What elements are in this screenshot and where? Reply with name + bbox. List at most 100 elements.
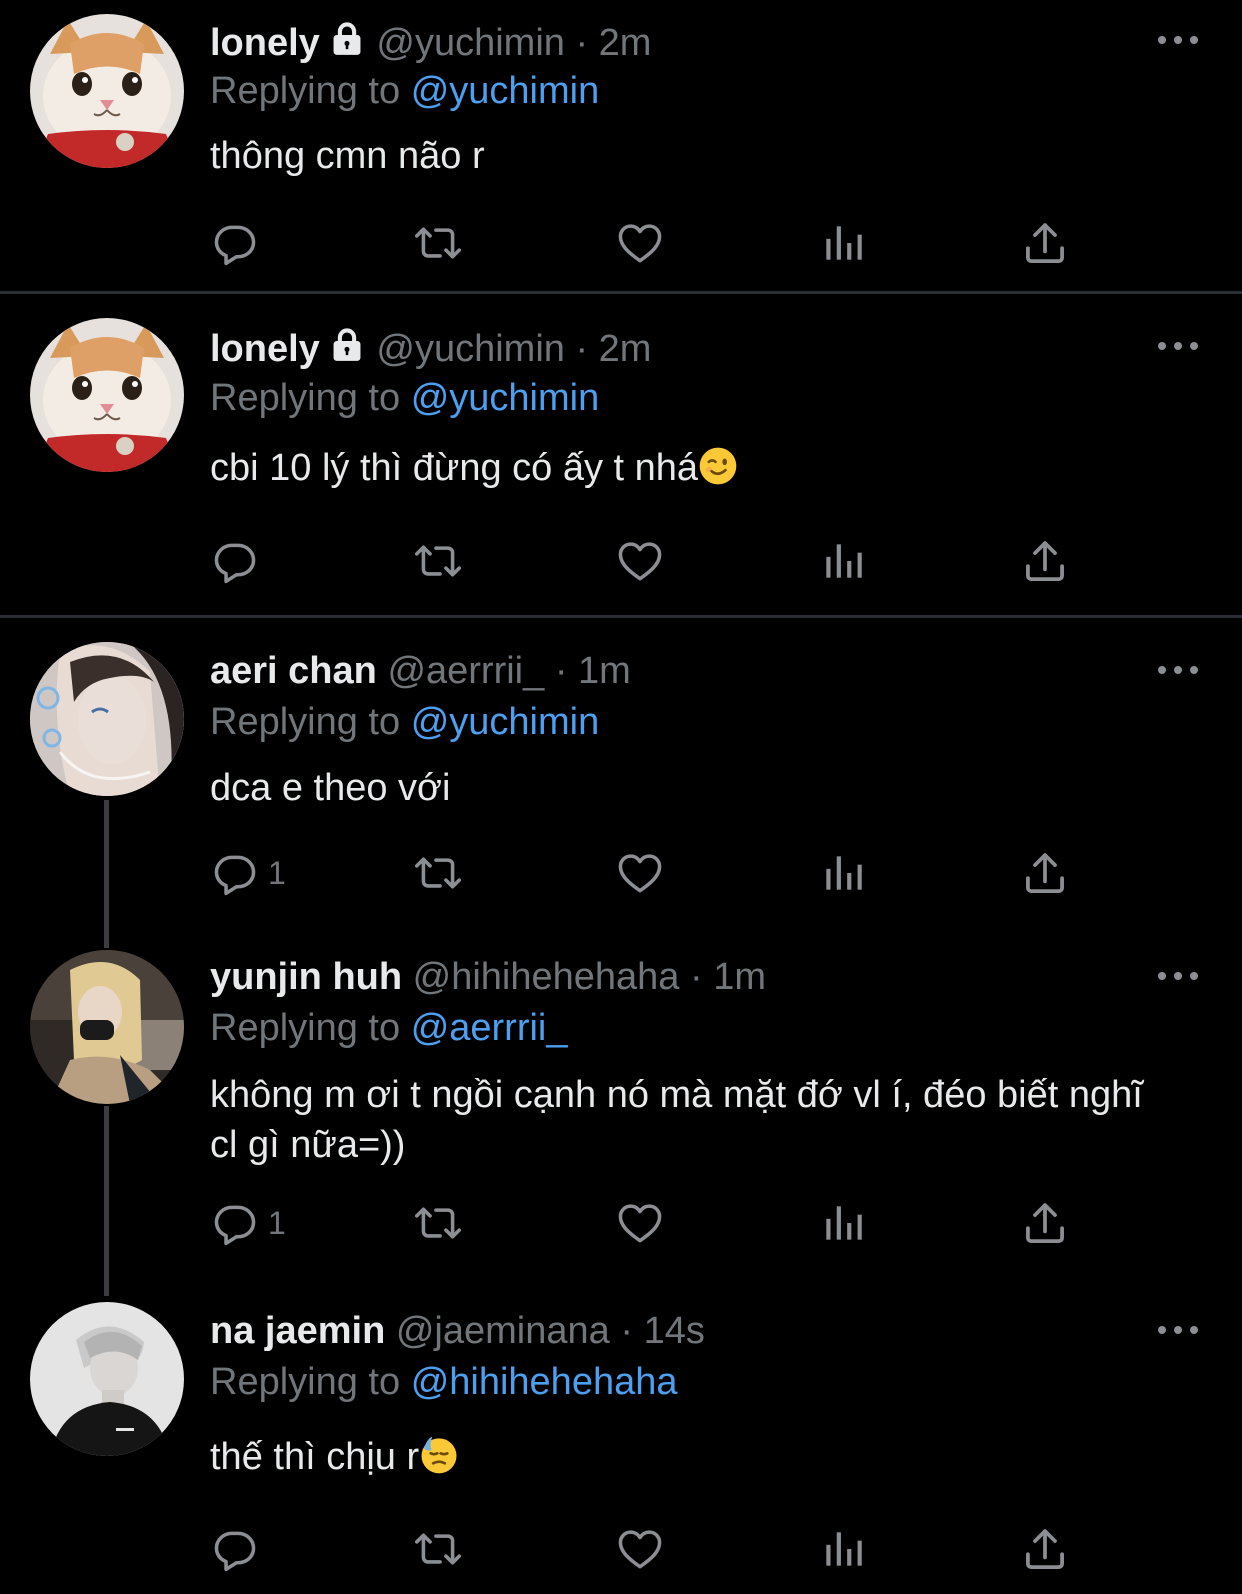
tweet-5[interactable]: na jaemin @jaeminana · 14s Replying to @… [0, 1278, 1242, 1594]
mention-link[interactable]: @yuchimin [411, 377, 600, 419]
share-button[interactable] [1020, 1196, 1070, 1250]
avatar[interactable] [30, 642, 184, 796]
avatar-image [30, 950, 184, 1104]
like-button[interactable] [615, 216, 665, 270]
reply-button[interactable]: 1 [210, 846, 286, 900]
separator-dot: · [575, 328, 589, 370]
reply-button[interactable] [210, 216, 268, 270]
tweet-text: thông cmn não r [210, 135, 485, 177]
views-button[interactable] [818, 1522, 868, 1576]
display-name[interactable]: aeri chan [210, 650, 377, 692]
user-handle[interactable]: @yuchimin [376, 328, 565, 370]
user-handle[interactable]: @yuchimin [376, 22, 565, 64]
replying-to: Replying to @yuchimin [210, 697, 599, 747]
more-options-icon[interactable] [1158, 664, 1198, 676]
reply-icon [210, 218, 260, 268]
reply-button[interactable] [210, 1522, 268, 1576]
replying-label: Replying to [210, 701, 401, 743]
reply-button[interactable]: 1 [210, 1196, 286, 1250]
display-name[interactable]: lonely [210, 22, 320, 64]
reply-icon [210, 1524, 260, 1574]
action-bar [210, 1522, 1110, 1576]
avatar-image [30, 14, 184, 168]
heart-icon [615, 536, 665, 586]
like-button[interactable] [615, 1196, 665, 1250]
timestamp[interactable]: 1m [713, 956, 766, 998]
timestamp[interactable]: 2m [599, 328, 652, 370]
heart-icon [615, 848, 665, 898]
retweet-button[interactable] [413, 1522, 463, 1576]
tweet-text: cbi 10 lý thì đừng có ấy t nhá [210, 447, 699, 489]
retweet-button[interactable] [413, 534, 463, 588]
display-name[interactable]: lonely [210, 328, 320, 370]
reply-count: 1 [268, 854, 286, 891]
views-button[interactable] [818, 534, 868, 588]
user-handle[interactable]: @hihihehehaha [413, 956, 680, 998]
avatar-image [30, 1302, 184, 1456]
reply-icon [210, 1198, 260, 1248]
reply-button[interactable] [210, 534, 268, 588]
replying-to: Replying to @aerrrii_ [210, 1003, 568, 1053]
separator-dot: · [554, 650, 568, 692]
replying-to: Replying to @hihihehehaha [210, 1357, 678, 1407]
avatar[interactable] [30, 1302, 184, 1456]
tweet-header: yunjin huh @hihihehehaha · 1m [210, 952, 766, 1002]
lock-icon [328, 20, 366, 58]
mention-link[interactable]: @yuchimin [411, 70, 600, 112]
retweet-button[interactable] [413, 846, 463, 900]
mention-link[interactable]: @aerrrii_ [411, 1007, 568, 1049]
timestamp[interactable]: 2m [599, 22, 652, 64]
user-handle[interactable]: @jaeminana [396, 1310, 610, 1352]
retweet-icon [413, 536, 463, 586]
tweet-header: lonely @yuchimin · 2m [210, 324, 651, 374]
avatar[interactable] [30, 950, 184, 1104]
timestamp[interactable]: 14s [644, 1310, 705, 1352]
bar-chart-icon [818, 1198, 868, 1248]
reply-count: 1 [268, 1204, 286, 1241]
replying-label: Replying to [210, 70, 401, 112]
share-button[interactable] [1020, 1522, 1070, 1576]
display-name[interactable]: na jaemin [210, 1310, 385, 1352]
bar-chart-icon [818, 218, 868, 268]
like-button[interactable] [615, 534, 665, 588]
share-icon [1020, 1524, 1070, 1574]
tweet-4[interactable]: yunjin huh @hihihehehaha · 1m Replying t… [0, 924, 1242, 1304]
display-name[interactable]: yunjin huh [210, 956, 402, 998]
more-options-icon[interactable] [1158, 970, 1198, 982]
winking-face-emoji [698, 446, 738, 486]
share-button[interactable] [1020, 846, 1070, 900]
avatar-image [30, 642, 184, 796]
replying-to: Replying to @yuchimin [210, 373, 599, 423]
action-bar: 1 [210, 846, 1110, 900]
tweet-3[interactable]: aeri chan @aerrrii_ · 1m Replying to @yu… [0, 618, 1242, 918]
avatar[interactable] [30, 14, 184, 168]
share-icon [1020, 218, 1070, 268]
tweet-2[interactable]: lonely @yuchimin · 2m Replying to @yuchi… [0, 294, 1242, 614]
avatar[interactable] [30, 318, 184, 472]
mention-link[interactable]: @yuchimin [411, 701, 600, 743]
retweet-button[interactable] [413, 1196, 463, 1250]
tweet-1[interactable]: lonely @yuchimin · 2m Replying to @yuchi… [0, 0, 1242, 290]
views-button[interactable] [818, 216, 868, 270]
tweet-text-container: cbi 10 lý thì đừng có ấy t nhá [210, 443, 1170, 493]
like-button[interactable] [615, 1522, 665, 1576]
replying-to: Replying to @yuchimin [210, 66, 599, 116]
more-options-icon[interactable] [1158, 1324, 1198, 1336]
share-icon [1020, 1198, 1070, 1248]
share-button[interactable] [1020, 216, 1070, 270]
more-options-icon[interactable] [1158, 340, 1198, 352]
views-button[interactable] [818, 846, 868, 900]
retweet-button[interactable] [413, 216, 463, 270]
mention-link[interactable]: @hihihehehaha [411, 1361, 678, 1403]
like-button[interactable] [615, 846, 665, 900]
action-bar: 1 [210, 1196, 1110, 1250]
views-button[interactable] [818, 1196, 868, 1250]
tweet-text: thế thì chịu r [210, 1436, 420, 1478]
share-button[interactable] [1020, 534, 1070, 588]
share-icon [1020, 536, 1070, 586]
retweet-icon [413, 1524, 463, 1574]
timestamp[interactable]: 1m [578, 650, 631, 692]
user-handle[interactable]: @aerrrii_ [387, 650, 544, 692]
retweet-icon [413, 848, 463, 898]
more-options-icon[interactable] [1158, 34, 1198, 46]
